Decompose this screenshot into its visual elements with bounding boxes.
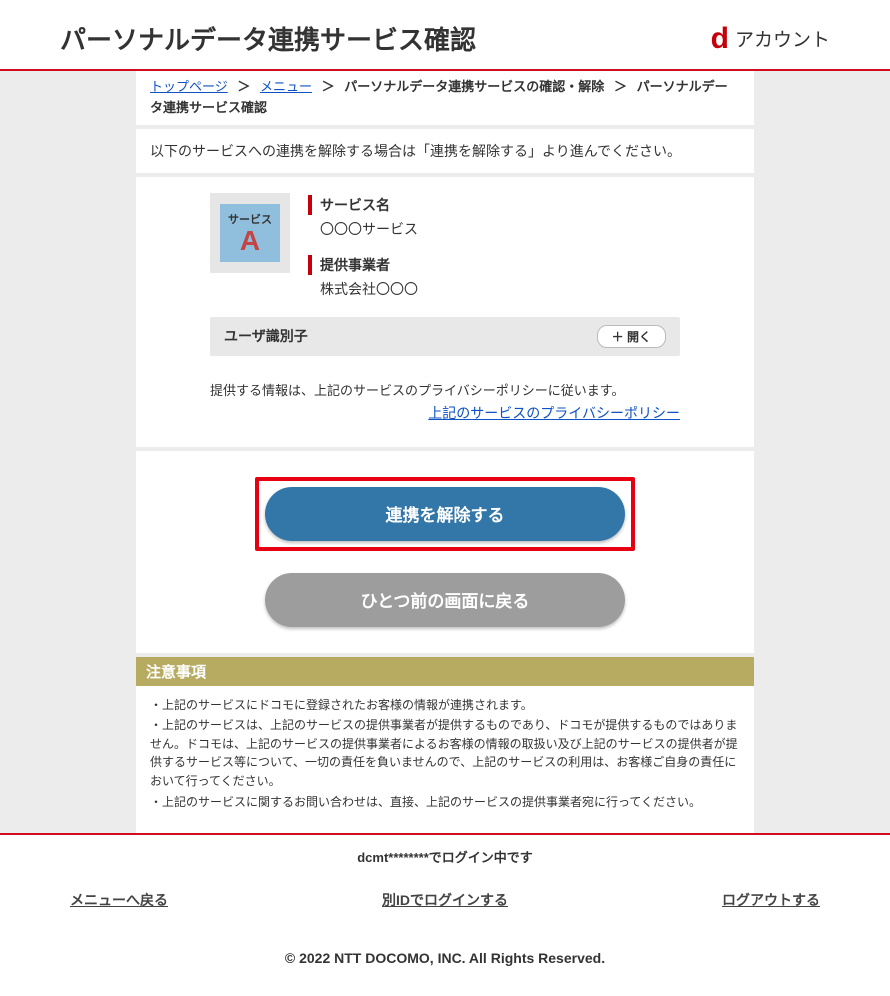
user-identifier-bar: ユーザ識別子 ＋ 開く (210, 317, 680, 356)
header: パーソナルデータ連携サービス確認 d アカウント (0, 0, 890, 69)
expand-button[interactable]: ＋ 開く (597, 325, 666, 348)
service-panel: サービス A サービス名 〇〇〇サービス 提供事業者 株式会社〇〇〇 (136, 177, 754, 447)
breadcrumb: トップページ ＞ メニュー ＞ パーソナルデータ連携サービスの確認・解除 ＞ パ… (136, 71, 754, 125)
service-icon: サービス A (210, 193, 290, 273)
notes-section: 注意事項 ・上記のサービスにドコモに登録されたお客様の情報が連携されます。 ・上… (136, 657, 754, 834)
remove-link-button[interactable]: 連携を解除する (265, 487, 625, 541)
brand-text: アカウント (735, 25, 830, 52)
brand-logo: d アカウント (711, 24, 830, 54)
footer-link-menu[interactable]: メニューへ戻る (70, 890, 168, 910)
back-button[interactable]: ひとつ前の画面に戻る (265, 573, 625, 627)
breadcrumb-sep: ＞ (614, 79, 627, 94)
footer-link-other-id[interactable]: 別IDでログインする (382, 890, 508, 910)
breadcrumb-item: パーソナルデータ連携サービスの確認・解除 (344, 79, 604, 94)
breadcrumb-link-top[interactable]: トップページ (150, 79, 228, 94)
provider-value: 株式会社〇〇〇 (308, 279, 680, 299)
service-name-label: サービス名 (308, 195, 680, 215)
instruction-text: 以下のサービスへの連携を解除する場合は「連携を解除する」より進んでください。 (136, 129, 754, 173)
user-identifier-label: ユーザ識別子 (224, 326, 308, 346)
brand-d-icon: d (711, 24, 729, 54)
service-icon-letter: A (240, 227, 260, 255)
highlight-frame: 連携を解除する (255, 477, 635, 551)
breadcrumb-sep: ＞ (237, 79, 250, 94)
note-item: ・上記のサービスは、上記のサービスの提供事業者が提供するものであり、ドコモが提供… (150, 716, 740, 790)
footer-links: メニューへ戻る 別IDでログインする ログアウトする (0, 890, 890, 950)
footer-link-logout[interactable]: ログアウトする (722, 890, 820, 910)
privacy-note: 提供する情報は、上記のサービスのプライバシーポリシーに従います。 (150, 356, 740, 399)
notes-heading: 注意事項 (136, 657, 754, 686)
breadcrumb-sep: ＞ (322, 79, 335, 94)
login-status: dcmt********でログイン中です (0, 835, 890, 890)
copyright: © 2022 NTT DOCOMO, INC. All Rights Reser… (0, 950, 890, 996)
note-item: ・上記のサービスにドコモに登録されたお客様の情報が連携されます。 (150, 696, 740, 715)
button-panel: 連携を解除する ひとつ前の画面に戻る (136, 451, 754, 653)
note-item: ・上記のサービスに関するお問い合わせは、直接、上記のサービスの提供事業者宛に行っ… (150, 793, 740, 812)
breadcrumb-link-menu[interactable]: メニュー (260, 79, 312, 94)
privacy-policy-link[interactable]: 上記のサービスのプライバシーポリシー (428, 405, 680, 421)
page-title: パーソナルデータ連携サービス確認 (60, 20, 476, 57)
service-name-value: 〇〇〇サービス (308, 219, 680, 239)
provider-label: 提供事業者 (308, 255, 680, 275)
